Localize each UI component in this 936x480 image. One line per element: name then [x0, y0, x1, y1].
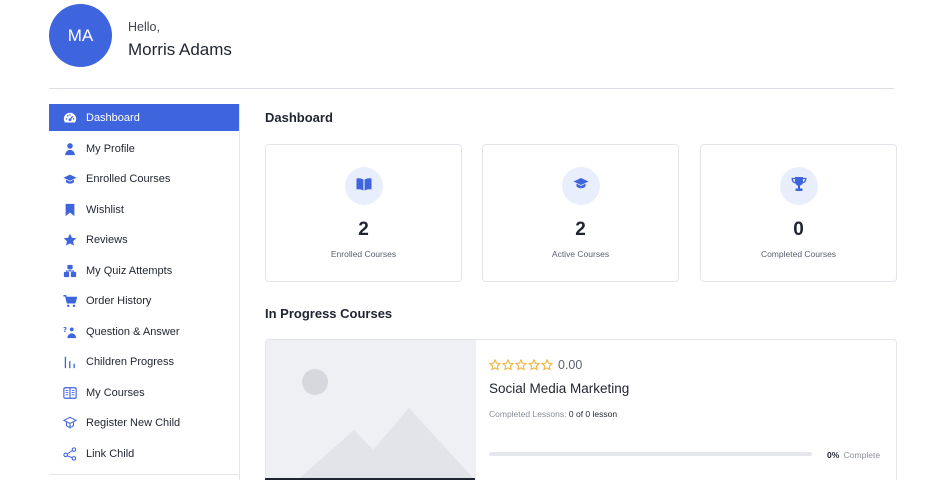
sidebar-item-label: Dashboard	[86, 111, 140, 124]
courses-icon	[63, 386, 77, 400]
sidebar-item-label: Link Child	[86, 447, 135, 460]
progress-percent: 0%	[827, 450, 840, 460]
sidebar-item-label: My Profile	[86, 142, 135, 155]
bookmark-icon	[63, 203, 77, 217]
lessons-label: Completed Lessons:	[489, 409, 567, 419]
sidebar-divider	[49, 474, 239, 475]
svg-text:?: ?	[63, 326, 67, 334]
lessons-value: 0 of 0 lesson	[568, 409, 618, 419]
sidebar-item-label: Reviews	[86, 233, 128, 246]
course-title-link[interactable]: Social Media Marketing	[489, 381, 629, 396]
star-icon	[63, 233, 77, 247]
progress-bar	[489, 452, 812, 456]
bar-chart-icon	[63, 355, 77, 369]
sidebar-item-dashboard[interactable]: Dashboard	[49, 104, 239, 131]
sidebar-item-reviews[interactable]: Reviews	[49, 226, 239, 253]
graduation-cap-icon	[573, 177, 589, 196]
sidebar-item-my-quiz-attempts[interactable]: My Quiz Attempts	[49, 257, 239, 284]
rating-value: 0.00	[558, 358, 583, 372]
sidebar-item-enrolled-courses[interactable]: Enrolled Courses	[49, 165, 239, 192]
course-card[interactable]: 0.00 Social Media Marketing Completed Le…	[265, 339, 897, 480]
sidebar-item-children-progress[interactable]: Children Progress	[49, 348, 239, 375]
progress-word: Complete	[843, 450, 881, 460]
stat-card-completed: 0 Completed Courses	[700, 144, 897, 282]
graduation-cap-icon	[63, 172, 77, 186]
user-name: Morris Adams	[128, 40, 232, 59]
sidebar-item-label: Register New Child	[86, 416, 181, 429]
image-placeholder-icon	[266, 340, 476, 480]
user-icon	[63, 142, 77, 156]
sidebar-item-label: Order History	[86, 294, 152, 307]
sidebar-item-question-answer[interactable]: ? Question & Answer	[49, 318, 239, 345]
sidebar-item-link-child[interactable]: Link Child	[49, 440, 239, 467]
course-details: 0.00 Social Media Marketing Completed Le…	[489, 340, 889, 480]
stat-label: Completed Courses	[760, 249, 837, 259]
sidebar-item-label: Wishlist	[86, 203, 124, 216]
sidebar-item-register-new-child[interactable]: Register New Child	[49, 409, 239, 436]
stat-value: 0	[793, 219, 804, 240]
header-divider	[49, 88, 894, 89]
stat-card-active: 2 Active Courses	[482, 144, 679, 282]
stat-label: Active Courses	[551, 249, 610, 259]
avatar[interactable]: MA	[49, 4, 112, 67]
trophy-icon	[791, 176, 807, 197]
sidebar-item-label: Question & Answer	[86, 325, 180, 338]
sidebar-item-label: Enrolled Courses	[86, 172, 171, 185]
course-rating: 0.00	[489, 358, 582, 372]
user-header: MA Hello, Morris Adams	[49, 4, 449, 70]
course-thumbnail[interactable]	[266, 340, 476, 480]
sidebar-item-label: My Courses	[86, 386, 145, 399]
stat-card-enrolled: 2 Enrolled Courses	[265, 144, 462, 282]
sidebar-item-wishlist[interactable]: Wishlist	[49, 196, 239, 223]
cart-icon	[63, 294, 77, 308]
question-answer-icon: ?	[63, 325, 77, 339]
star-outline-icon	[541, 359, 553, 371]
star-outline-icon	[502, 359, 514, 371]
stat-label: Enrolled Courses	[330, 249, 397, 259]
star-outline-icon	[515, 359, 527, 371]
sidebar-item-label: My Quiz Attempts	[86, 264, 173, 277]
star-outline-icon	[489, 359, 501, 371]
book-open-icon	[356, 177, 372, 196]
greeting: Hello,	[128, 20, 160, 34]
register-child-icon	[63, 416, 77, 430]
quiz-icon	[63, 264, 77, 278]
sidebar-item-order-history[interactable]: Order History	[49, 287, 239, 314]
section-title: In Progress Courses	[265, 306, 393, 321]
share-link-icon	[63, 446, 77, 461]
progress-text: 0% Complete	[827, 450, 880, 460]
sidebar-item-my-profile[interactable]: My Profile	[49, 135, 239, 162]
sidebar: Dashboard My Profile Enrolled Courses Wi…	[49, 104, 240, 480]
sidebar-item-label: Children Progress	[86, 355, 175, 368]
page-title: Dashboard	[265, 110, 333, 125]
sidebar-item-my-courses[interactable]: My Courses	[49, 379, 239, 406]
dashboard-icon	[63, 111, 77, 125]
completed-lessons: Completed Lessons: 0 of 0 lesson	[489, 409, 617, 419]
star-outline-icon	[528, 359, 540, 371]
stat-value: 2	[358, 219, 369, 240]
stat-value: 2	[575, 219, 586, 240]
